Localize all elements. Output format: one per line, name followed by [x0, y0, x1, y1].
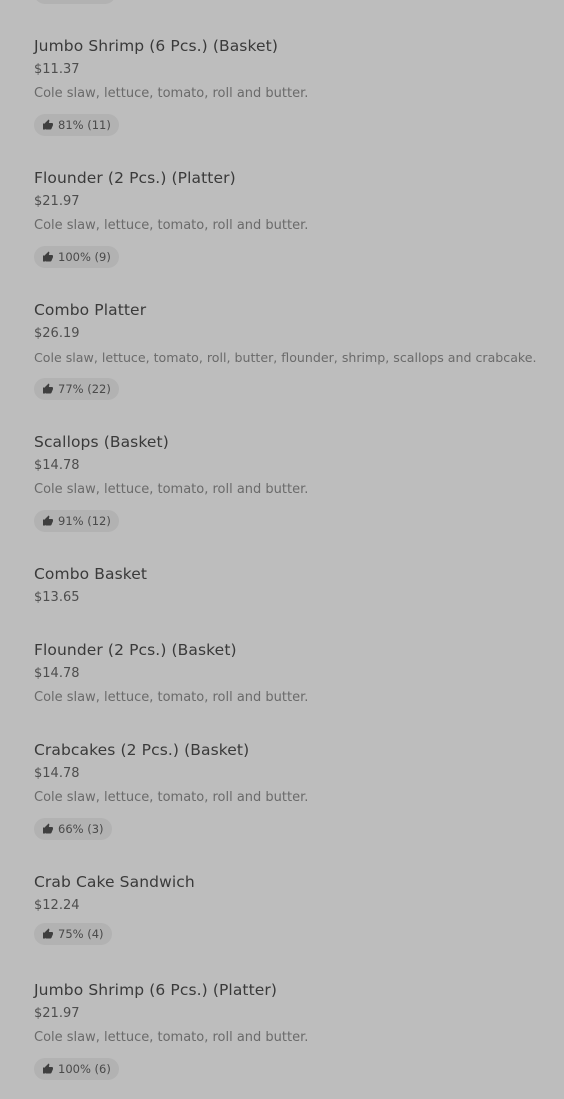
rating-text: 77% (22)	[58, 382, 111, 396]
thumbs-up-icon	[43, 1063, 53, 1074]
item-name: Scallops (Basket)	[34, 433, 169, 451]
item-name: Crabcakes (2 Pcs.) (Basket)	[34, 741, 250, 759]
item-name: Crab Cake Sandwich	[34, 873, 195, 891]
item-name: Flounder (2 Pcs.) (Platter)	[34, 169, 236, 187]
thumbs-up-icon	[43, 251, 53, 262]
rating-text: 66% (3)	[58, 822, 104, 836]
thumbs-up-icon	[43, 928, 53, 939]
item-price: $14.78	[34, 766, 80, 781]
rating-badge: 100% (9)	[34, 246, 119, 268]
menu-item[interactable]: Scallops (Basket) $14.78 Cole slaw, lett…	[34, 432, 554, 532]
rating-text: 100% (6)	[58, 1062, 111, 1076]
rating-badge: 66% (3)	[34, 818, 112, 840]
rating-badge: 75% (4)	[34, 923, 112, 945]
menu-item[interactable]: Jumbo Shrimp (6 Pcs.) (Platter) $21.97 C…	[34, 980, 554, 1080]
item-price: $14.78	[34, 458, 80, 473]
item-name: Combo Platter	[34, 301, 147, 319]
menu-item[interactable]: Jumbo Shrimp (6 Pcs.) (Basket) $11.37 Co…	[34, 36, 554, 136]
menu-item[interactable]: Flounder (2 Pcs.) (Platter) $21.97 Cole …	[34, 168, 554, 268]
rating-badge: 91% (12)	[34, 510, 119, 532]
rating-badge: 81% (11)	[34, 114, 119, 136]
item-name: Jumbo Shrimp (6 Pcs.) (Basket)	[34, 37, 278, 55]
rating-badge: 100% (6)	[34, 1058, 119, 1080]
item-description: Cole slaw, lettuce, tomato, roll and but…	[34, 1030, 309, 1045]
thumbs-up-icon	[43, 823, 53, 834]
item-price: $26.19	[34, 326, 80, 341]
rating-text: 100% (9)	[58, 250, 111, 264]
menu-item[interactable]: Crabcakes (2 Pcs.) (Basket) $14.78 Cole …	[34, 740, 554, 840]
rating-text: 75% (4)	[58, 927, 104, 941]
menu-item[interactable]: Crab Cake Sandwich $12.24 75% (4)	[34, 872, 554, 945]
item-name: Flounder (2 Pcs.) (Basket)	[34, 641, 237, 659]
thumbs-up-icon	[43, 515, 53, 526]
menu-item[interactable]: Flounder (2 Pcs.) (Basket) $14.78 Cole s…	[34, 640, 554, 707]
item-price: $21.97	[34, 194, 80, 209]
thumbs-up-icon	[43, 383, 53, 394]
item-name: Combo Basket	[34, 565, 148, 583]
item-price: $13.65	[34, 590, 80, 605]
rating-badge-partial	[34, 0, 116, 4]
item-description: Cole slaw, lettuce, tomato, roll, butter…	[34, 350, 537, 365]
item-description: Cole slaw, lettuce, tomato, roll and but…	[34, 690, 309, 705]
item-price: $11.37	[34, 62, 80, 77]
menu-item[interactable]: Combo Basket $13.65	[34, 564, 554, 607]
item-description: Cole slaw, lettuce, tomato, roll and but…	[34, 482, 309, 497]
item-description: Cole slaw, lettuce, tomato, roll and but…	[34, 86, 309, 101]
item-price: $14.78	[34, 666, 80, 681]
thumbs-up-icon	[43, 119, 53, 130]
rating-text: 81% (11)	[58, 118, 111, 132]
item-name: Jumbo Shrimp (6 Pcs.) (Platter)	[34, 981, 278, 999]
item-price: $21.97	[34, 1006, 80, 1021]
rating-badge: 77% (22)	[34, 378, 119, 400]
menu-item[interactable]: Combo Platter $26.19 Cole slaw, lettuce,…	[34, 300, 554, 400]
item-price: $12.24	[34, 898, 80, 913]
item-description: Cole slaw, lettuce, tomato, roll and but…	[34, 790, 309, 805]
item-description: Cole slaw, lettuce, tomato, roll and but…	[34, 218, 309, 233]
rating-text: 91% (12)	[58, 514, 111, 528]
menu-list: Jumbo Shrimp (6 Pcs.) (Basket) $11.37 Co…	[0, 0, 564, 1099]
